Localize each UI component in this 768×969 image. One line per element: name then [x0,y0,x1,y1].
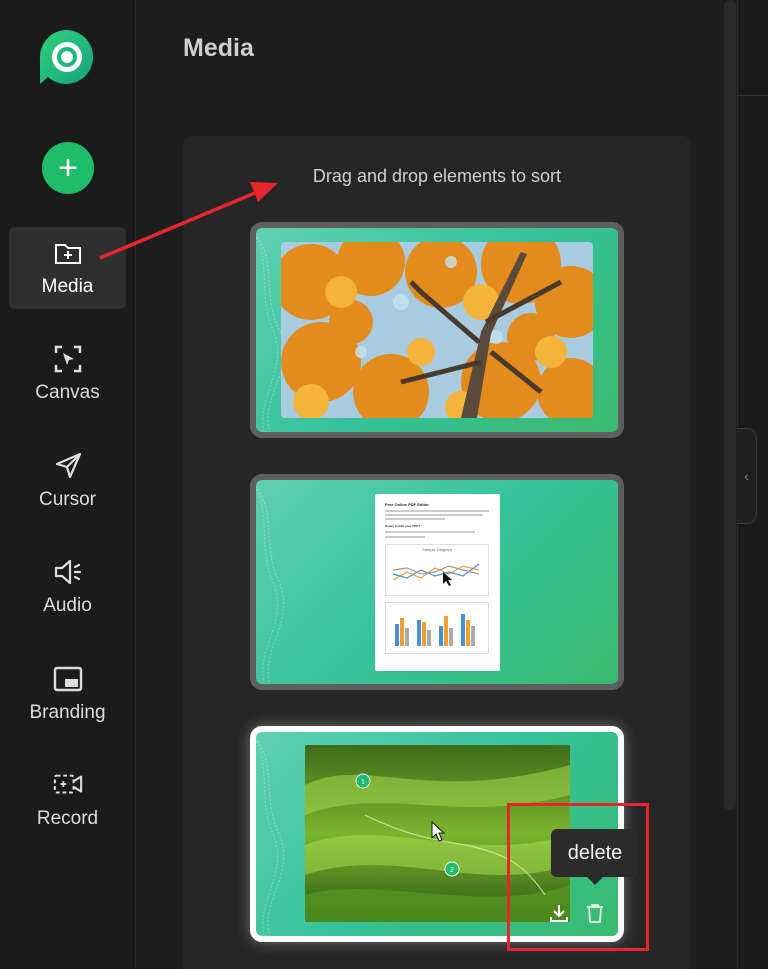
speaker-icon [53,557,83,587]
record-camera-icon [53,770,83,800]
plus-icon: + [58,149,78,187]
sidebar-item-label: Audio [43,595,92,616]
sidebar-item-cursor[interactable]: Cursor [9,440,126,522]
pdf-chart-title: Sample Diagram [422,547,452,552]
app-root: + Media Canvas Cursor Audio Branding Rec… [0,0,768,969]
sidebar-item-audio[interactable]: Audio [9,546,126,628]
media-item-autumn-tree[interactable] [250,222,624,438]
svg-text:2: 2 [450,867,454,874]
pdf-bar-chart [385,602,489,654]
pdf-title: Free Online PDF Editor [385,502,429,507]
wave-decoration [256,737,285,936]
wave-decoration [256,485,285,684]
canvas-select-icon [53,344,83,374]
sidebar-item-branding[interactable]: Branding [9,653,126,735]
app-logo [40,30,94,84]
autumn-tree-image [281,242,593,418]
branding-icon [53,664,83,694]
pdf-line-chart: Sample Diagram [385,544,489,596]
sidebar-item-record[interactable]: Record [9,759,126,841]
marker-1: 1 [355,773,371,789]
annotation-highlight-box [507,803,649,951]
sidebar-item-label: Branding [29,702,106,723]
sidebar: + Media Canvas Cursor Audio Branding Rec… [0,0,136,969]
marker-2: 2 [444,861,460,877]
svg-text:1: 1 [361,779,365,786]
add-media-button[interactable]: + [42,142,94,194]
media-item-pdf-document[interactable]: Free Online PDF Editor Ready to Edit you… [250,474,624,690]
chevron-left-icon: ‹ [744,468,749,484]
scrollbar[interactable] [724,0,736,810]
sidebar-item-label: Media [41,276,94,297]
cursor-arrow-icon [53,451,83,481]
folder-plus-icon [53,238,83,268]
media-thumbnail [281,242,593,418]
sidebar-item-label: Record [36,808,99,829]
sidebar-item-label: Cursor [38,489,96,510]
pdf-heading: Ready to Edit your PDF? [385,524,421,528]
page-title: Media [183,34,254,62]
sidebar-item-media[interactable]: Media [9,227,126,309]
pdf-page-thumbnail: Free Online PDF Editor Ready to Edit you… [375,494,500,671]
sidebar-item-label: Canvas [35,382,100,403]
sidebar-item-canvas[interactable]: Canvas [9,333,126,415]
sort-hint: Drag and drop elements to sort [312,166,562,186]
collapse-panel-button[interactable]: ‹ [737,428,757,524]
